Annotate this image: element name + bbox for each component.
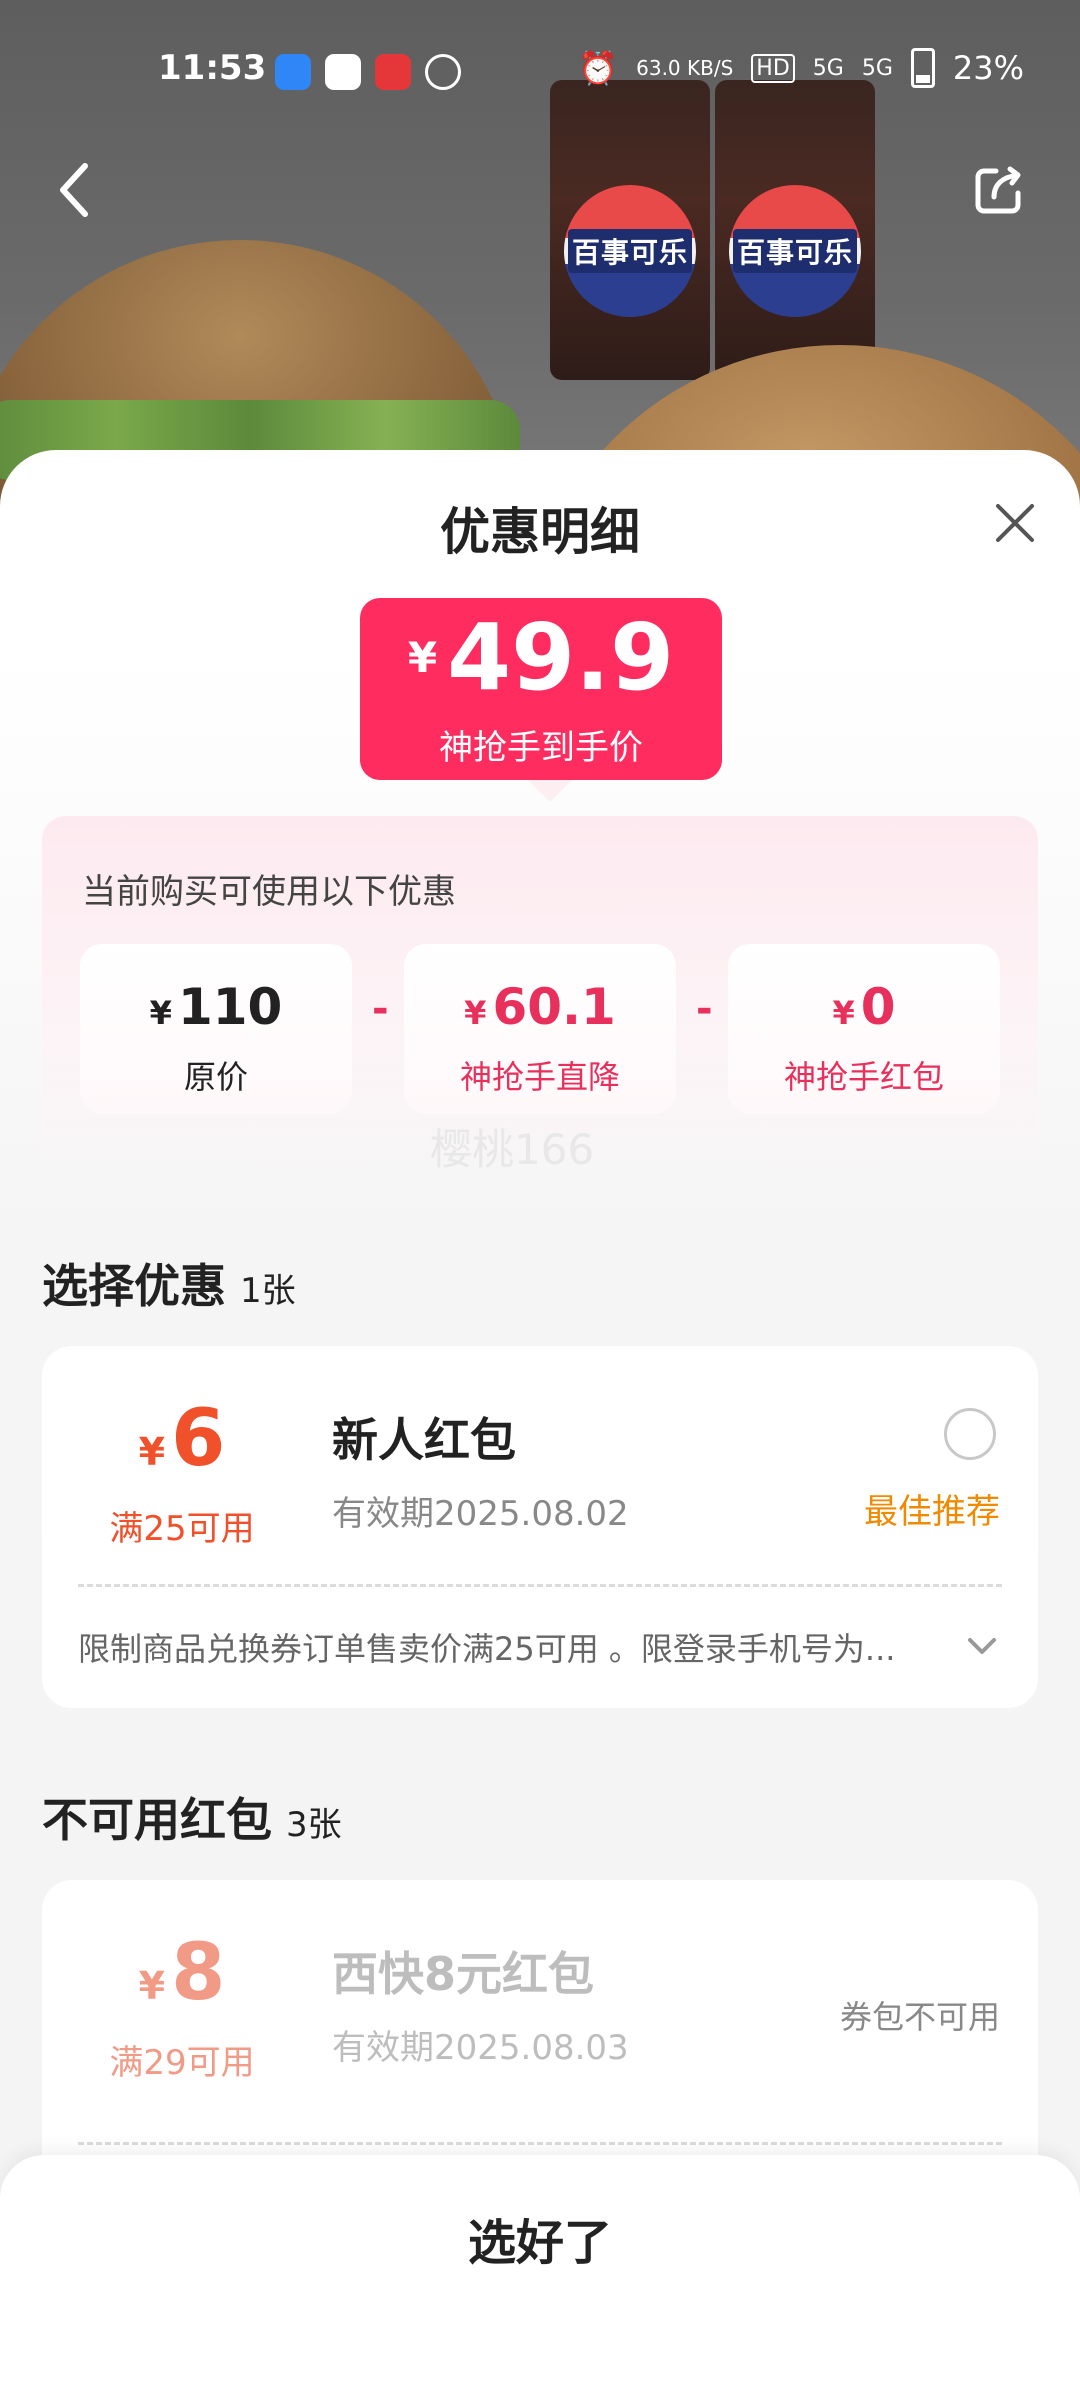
minus-operator: - [696,986,713,1032]
final-price-caption: 神抢手到手价 [439,727,643,768]
chip-value: 110 [177,978,283,1036]
share-icon[interactable] [974,165,1024,215]
back-arrow-icon[interactable] [55,160,95,220]
currency-symbol: ¥ [464,994,487,1032]
confirm-bar: 选好了 [0,2155,1080,2400]
currency-symbol: ¥ [138,1430,166,1474]
coupon-amount: ¥8 满29可用 [102,1930,262,2084]
confirm-button[interactable]: 选好了 [0,2203,1080,2273]
best-recommend-tag: 最佳推荐 [864,1492,1000,1532]
watermark: 樱桃166 [430,1125,595,1174]
signal-icon: 5G [861,55,893,81]
currency-symbol: ¥ [138,1964,166,2008]
status-indicators: ⏰ 63.0 KB/S HD 5G 5G 23% [578,48,1024,88]
unavailable-status: 券包不可用 [839,1998,1000,2036]
chip-label: 原价 [183,1058,248,1096]
final-price-badge: ¥49.9 神抢手到手价 [360,598,722,802]
alarm-icon: ⏰ [578,49,619,87]
breakdown-label: 当前购买可使用以下优惠 [82,872,456,912]
unavailable-title: 不可用红包 3张 [42,1784,342,1850]
close-icon[interactable] [990,498,1040,548]
currency-symbol: ¥ [407,632,438,682]
discount-detail-sheet: 优惠明细 ¥49.9 神抢手到手价 当前购买可使用以下优惠 ¥110 原价 - … [0,450,1080,2400]
chevron-down-icon[interactable] [964,1634,1000,1658]
signal-icon: 5G [812,55,844,81]
battery-level: 23% [952,49,1024,87]
currency-symbol: ¥ [149,994,172,1032]
chip-value: 60.1 [492,978,616,1036]
coupon-card[interactable]: ¥6 满25可用 新人红包 有效期2025.08.02 最佳推荐 限制商品兑换券… [42,1346,1038,1708]
direct-discount-chip: ¥60.1 神抢手直降 [404,944,676,1114]
coupon-name: 新人红包 [332,1413,516,1467]
hd-badge: HD [751,53,795,83]
section-count: 3张 [286,1805,342,1845]
final-price: ¥49.9 [360,608,722,714]
weather-app-icon [275,54,311,90]
coupon-expiry: 有效期2025.08.02 [332,1494,629,1534]
chip-value: 0 [860,978,896,1036]
coupon-amount: ¥6 满25可用 [102,1396,262,1550]
coupon-condition: 满25可用 [109,1509,255,1549]
chip-label: 神抢手直降 [459,1058,620,1096]
red-packet-chip: ¥0 神抢手红包 [728,944,1000,1114]
final-price-amount: 49.9 [447,604,675,711]
section-title-text: 选择优惠 [42,1259,226,1313]
coupon-condition: 满29可用 [109,2043,255,2083]
cola-cup-image: 百事可乐 [715,80,875,380]
section-title-text: 不可用红包 [42,1793,272,1847]
cup-logo-text: 百事可乐 [732,229,857,273]
currency-symbol: ¥ [832,994,855,1032]
divider [78,2142,1002,2145]
cola-cup-image: 百事可乐 [550,80,710,380]
status-time: 11:53 [158,48,267,88]
minus-operator: - [372,986,389,1032]
divider [78,1584,1002,1587]
shopping-app-icon [375,54,411,90]
battery-icon [910,48,935,88]
status-bar: 11:53 ⏰ 63.0 KB/S HD 5G 5G 23% [0,40,1080,100]
coupon-expiry: 有效期2025.08.03 [332,2028,629,2068]
coupon-select-radio[interactable] [944,1408,996,1460]
coupon-value: 8 [171,1928,226,2018]
coupon-description: 限制商品兑换券订单售卖价满25可用 。限登录手机号为... [78,1630,896,1668]
alarm-app-icon [425,54,461,90]
coupon-value: 6 [171,1394,226,1484]
message-app-icon [325,54,361,90]
notification-icons [275,54,461,90]
select-discount-title: 选择优惠 1张 [42,1250,296,1316]
cup-logo-text: 百事可乐 [567,229,692,273]
coupon-name: 西快8元红包 [332,1947,595,2001]
chip-label: 神抢手红包 [783,1058,944,1096]
section-count: 1张 [240,1271,296,1311]
sheet-title: 优惠明细 [440,503,640,561]
net-speed: 63.0 KB/S [636,56,734,80]
original-price-chip: ¥110 原价 [80,944,352,1114]
